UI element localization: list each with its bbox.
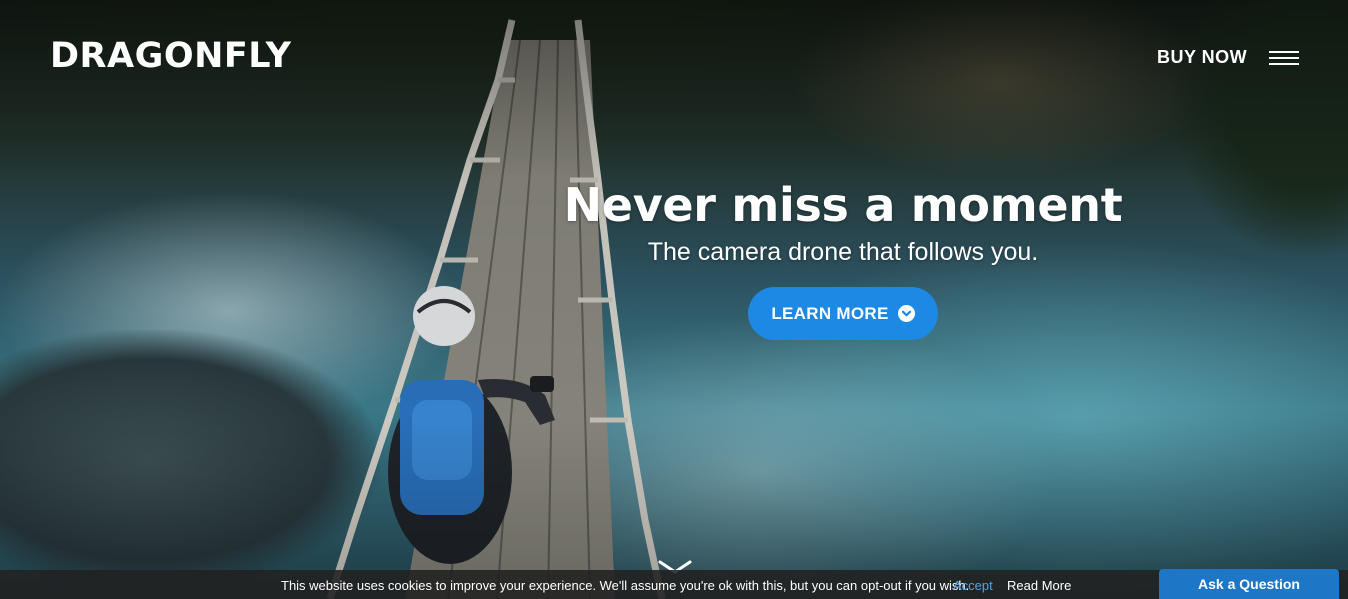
hero-background-photo <box>0 0 1348 599</box>
hamburger-menu-icon[interactable] <box>1269 49 1301 69</box>
ask-question-button[interactable]: Ask a Question <box>1159 569 1339 599</box>
hero-subheadline: The camera drone that follows you. <box>647 238 1039 266</box>
learn-more-label: LEARN MORE <box>771 303 889 323</box>
hero-headline: Never miss a moment <box>563 178 1123 232</box>
cookie-accept-link[interactable]: Accept <box>953 578 993 593</box>
cookie-bar: This website uses cookies to improve you… <box>0 570 1348 599</box>
buy-now-link[interactable]: BUY NOW <box>1157 47 1247 68</box>
menu-line <box>1269 51 1299 53</box>
hero-overlay <box>0 0 1348 599</box>
cookie-read-more-link[interactable]: Read More <box>1007 578 1071 593</box>
chevron-down-circle-icon <box>897 305 915 322</box>
menu-line <box>1269 63 1299 65</box>
brand-logo[interactable]: DRAGONFLY <box>50 36 291 76</box>
cookie-message: This website uses cookies to improve you… <box>281 578 970 593</box>
menu-line <box>1269 57 1299 59</box>
learn-more-button[interactable]: LEARN MORE <box>748 287 938 340</box>
